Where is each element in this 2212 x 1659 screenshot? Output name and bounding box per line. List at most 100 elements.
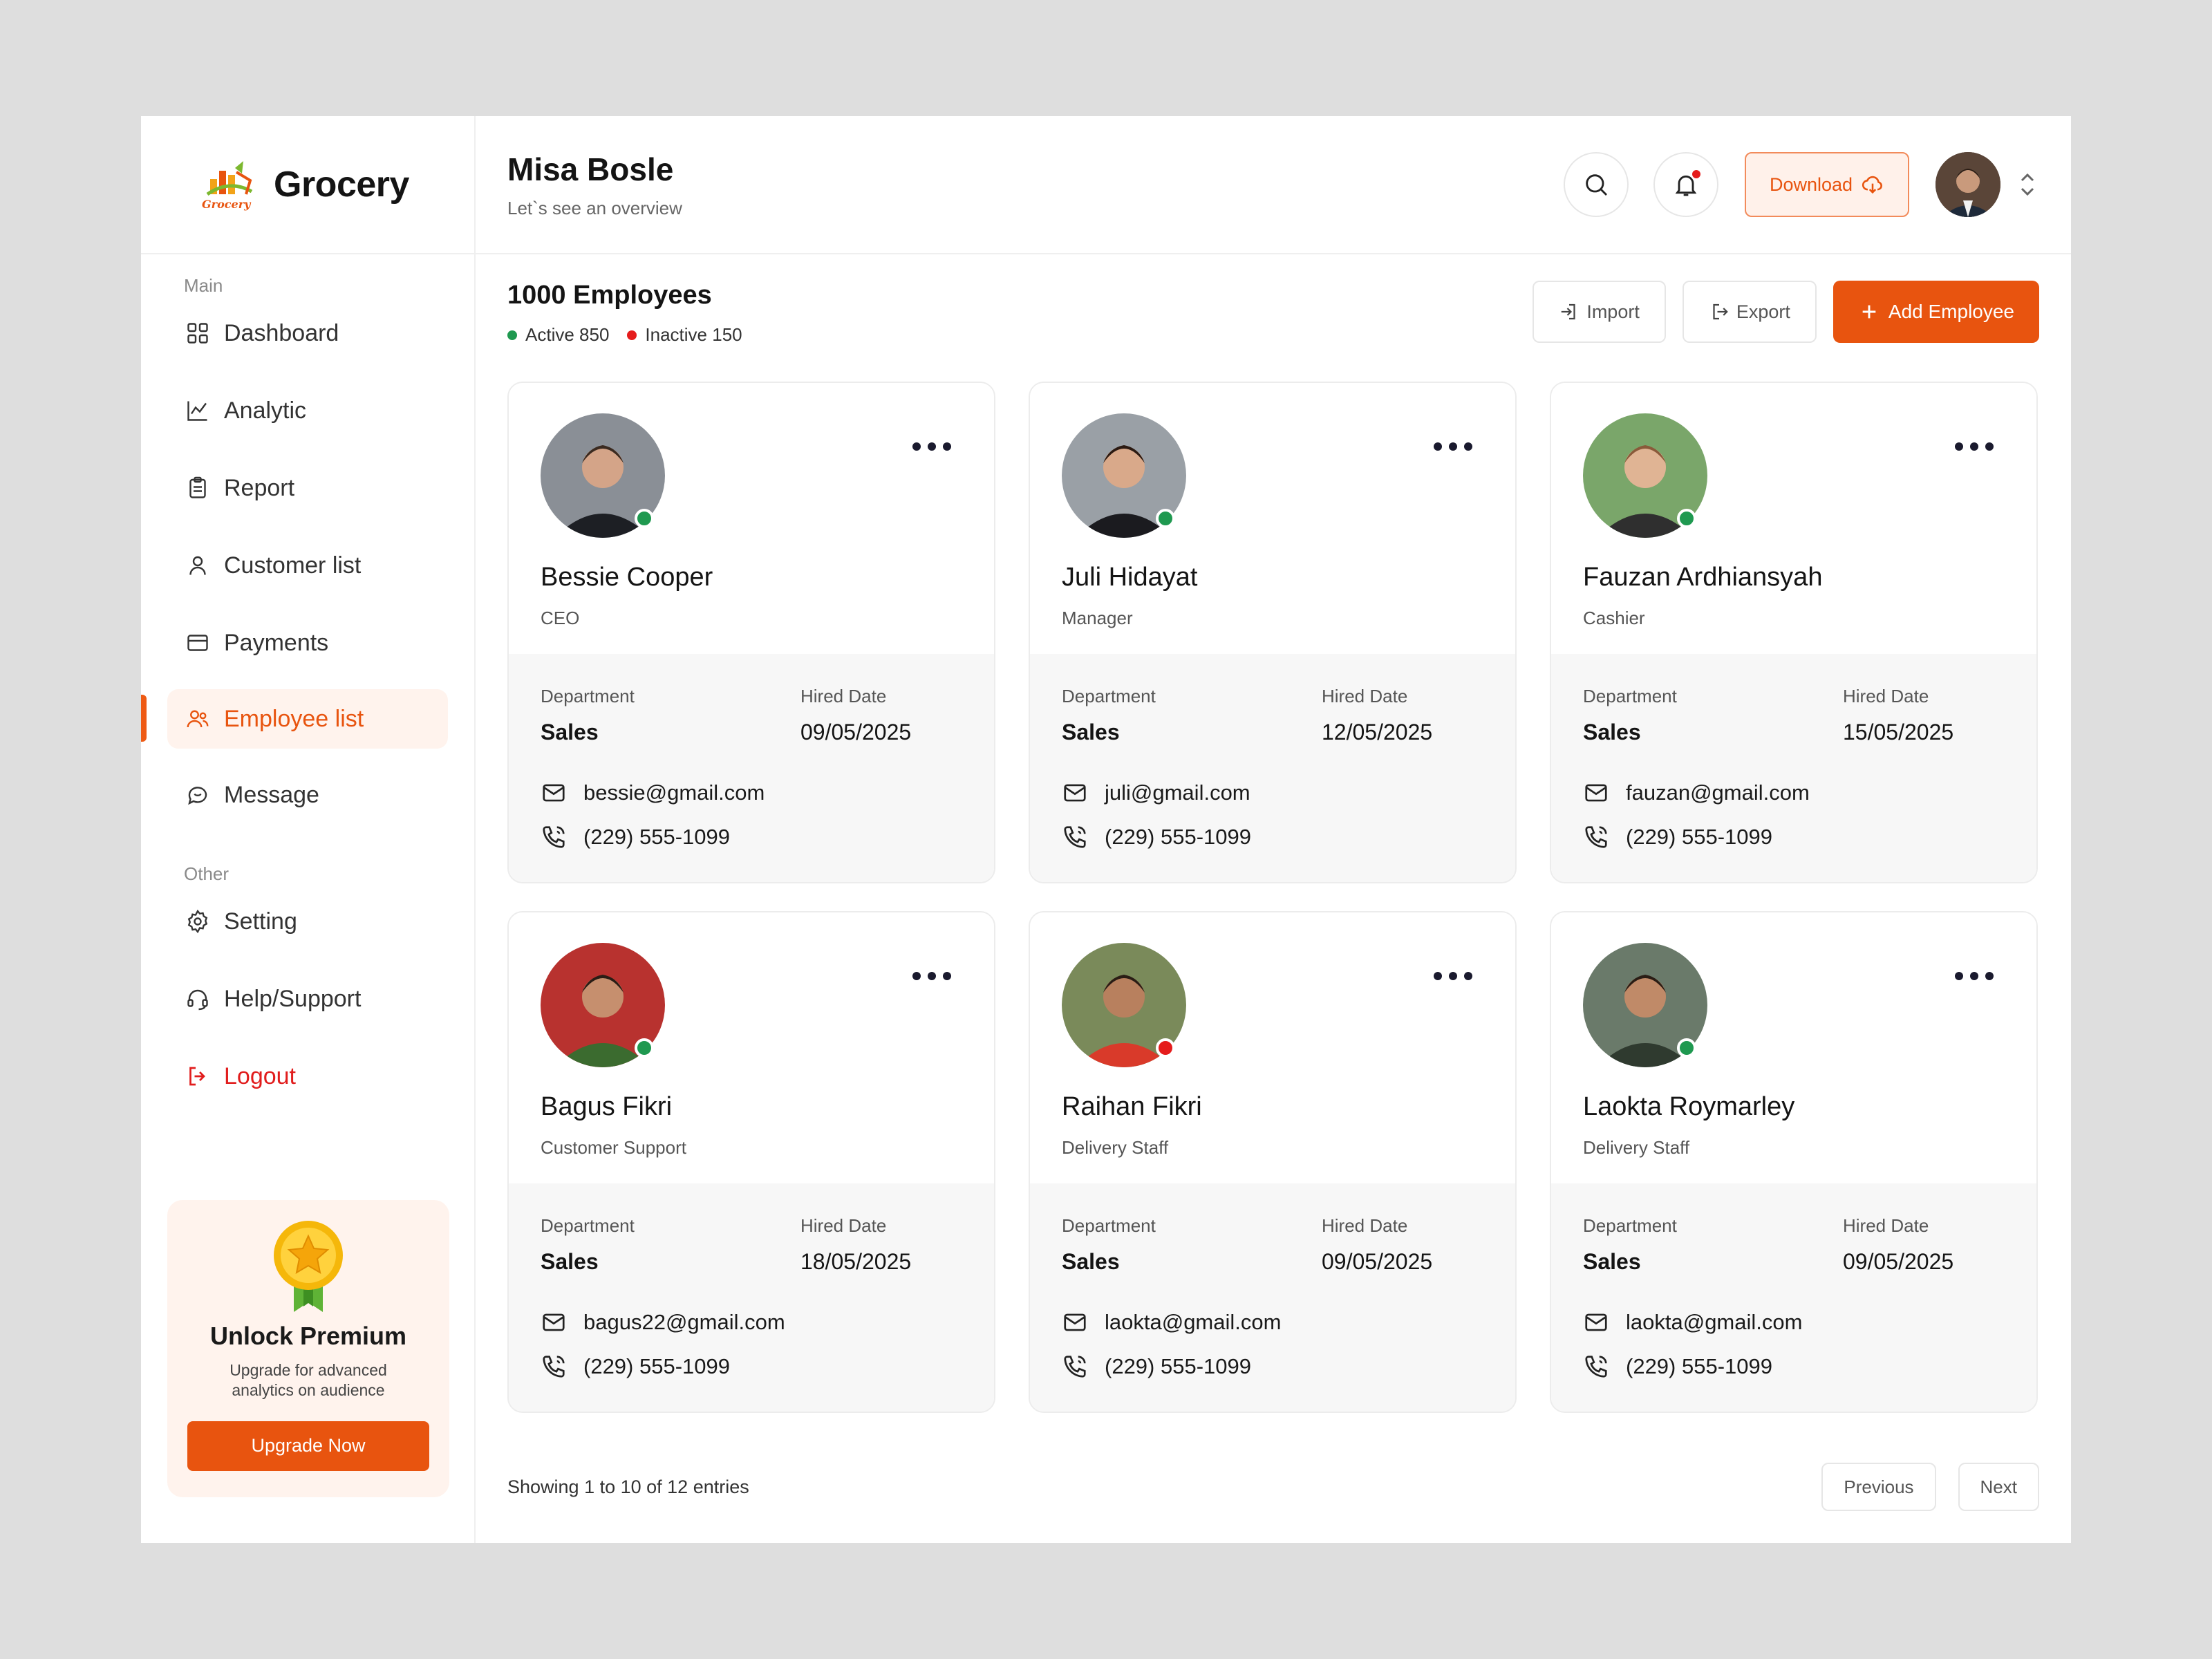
employee-card[interactable]: Bessie Cooper CEO Department Sales Hired… xyxy=(507,382,995,883)
user-avatar[interactable] xyxy=(1936,152,2000,217)
sidebar-item-message[interactable]: Message xyxy=(167,765,448,825)
employee-card-header: Fauzan Ardhiansyah Cashier xyxy=(1551,383,2036,654)
employee-card-details: Department Sales Hired Date 18/05/2025 b… xyxy=(509,1183,994,1412)
employee-photo xyxy=(1583,413,1707,538)
employee-card-header: Bagus Fikri Customer Support xyxy=(509,912,994,1183)
sidebar-item-label: Payments xyxy=(224,629,329,656)
employee-role: Delivery Staff xyxy=(1062,1137,1169,1158)
employee-phone[interactable]: (229) 555-1099 xyxy=(1062,824,1483,850)
export-button[interactable]: Export xyxy=(1682,281,1817,343)
search-button[interactable] xyxy=(1564,152,1629,217)
mail-icon xyxy=(1064,784,1086,802)
employee-phone[interactable]: (229) 555-1099 xyxy=(1062,1353,1483,1380)
sidebar-item-help-support[interactable]: Help/Support xyxy=(167,969,448,1029)
more-options-icon[interactable] xyxy=(1952,969,1996,983)
sidebar-item-label: Customer list xyxy=(224,552,362,579)
sidebar-item-label: Analytic xyxy=(224,397,307,424)
employee-count-title: 1000 Employees xyxy=(507,281,712,310)
hired-date-value: 15/05/2025 xyxy=(1843,720,1954,744)
employee-card[interactable]: Laokta Roymarley Delivery Staff Departme… xyxy=(1550,911,2038,1413)
phone-icon xyxy=(1585,826,1607,848)
employee-card[interactable]: Juli Hidayat Manager Department Sales Hi… xyxy=(1029,382,1517,883)
notifications-button[interactable] xyxy=(1653,152,1718,217)
export-icon xyxy=(1713,303,1728,320)
sidebar-item-setting[interactable]: Setting xyxy=(167,892,448,951)
sidebar-item-dashboard[interactable]: Dashboard xyxy=(167,303,448,363)
employee-photo xyxy=(541,943,665,1067)
users-icon xyxy=(184,705,212,733)
department-label: Department xyxy=(1583,1215,1677,1236)
department-value: Sales xyxy=(1583,720,1641,744)
employee-phone[interactable]: (229) 555-1099 xyxy=(541,1353,962,1380)
employee-section: 1000 Employees Active 850 Inactive 150 I… xyxy=(476,254,2071,1511)
inactive-count: Inactive 150 xyxy=(645,324,742,345)
employee-role: Manager xyxy=(1062,608,1133,628)
active-dot xyxy=(507,330,517,340)
premium-title: Unlock Premium xyxy=(209,1322,407,1350)
hired-date-label: Hired Date xyxy=(1843,686,1929,706)
employee-status-summary: Active 850 Inactive 150 xyxy=(507,324,742,346)
hired-date-label: Hired Date xyxy=(1322,1215,1408,1236)
employee-email[interactable]: laokta@gmail.com xyxy=(1062,1309,1483,1335)
employee-email[interactable]: fauzan@gmail.com xyxy=(1583,780,2005,806)
export-label: Export xyxy=(1736,301,1790,322)
mail-icon xyxy=(1585,1313,1607,1331)
brand-logo[interactable]: Grocery Grocery xyxy=(141,116,474,254)
logout-icon xyxy=(184,1062,212,1090)
page-subtitle: Let`s see an overview xyxy=(507,197,682,218)
sidebar-item-logout[interactable]: Logout xyxy=(167,1047,448,1106)
employee-card[interactable]: Bagus Fikri Customer Support Department … xyxy=(507,911,995,1413)
employee-photo xyxy=(541,413,665,538)
card-icon xyxy=(184,629,212,657)
sidebar-item-analytic[interactable]: Analytic xyxy=(167,381,448,440)
employee-card[interactable]: Fauzan Ardhiansyah Cashier Department Sa… xyxy=(1550,382,2038,883)
next-page-button[interactable]: Next xyxy=(1958,1463,2039,1511)
add-employee-button[interactable]: Add Employee xyxy=(1833,281,2039,343)
email-text: bagus22@gmail.com xyxy=(583,1310,785,1334)
chevron-updown-icon[interactable] xyxy=(2016,169,2039,200)
employee-email[interactable]: bessie@gmail.com xyxy=(541,780,962,806)
status-indicator xyxy=(635,509,654,528)
employee-role: Delivery Staff xyxy=(1583,1137,1690,1158)
email-text: fauzan@gmail.com xyxy=(1626,780,1810,805)
department-label: Department xyxy=(541,1215,635,1236)
more-options-icon[interactable] xyxy=(910,440,954,453)
more-options-icon[interactable] xyxy=(910,969,954,983)
phone-icon xyxy=(543,1356,565,1378)
employee-email[interactable]: juli@gmail.com xyxy=(1062,780,1483,806)
active-count: Active 850 xyxy=(525,324,610,345)
entries-info: Showing 1 to 10 of 12 entries xyxy=(507,1476,749,1497)
employee-phone[interactable]: (229) 555-1099 xyxy=(541,824,962,850)
employee-card[interactable]: Raihan Fikri Delivery Staff Department S… xyxy=(1029,911,1517,1413)
employee-phone[interactable]: (229) 555-1099 xyxy=(1583,824,2005,850)
brand-name: Grocery xyxy=(274,165,409,205)
employee-name: Raihan Fikri xyxy=(1062,1092,1202,1121)
sidebar-item-report[interactable]: Report xyxy=(167,458,448,518)
sidebar-item-employee-list[interactable]: Employee list xyxy=(141,689,448,749)
import-button[interactable]: Import xyxy=(1533,281,1666,343)
email-text: juli@gmail.com xyxy=(1105,780,1250,805)
employee-name: Bessie Cooper xyxy=(541,563,713,592)
sidebar-item-payments[interactable]: Payments xyxy=(167,613,448,673)
employee-card-details: Department Sales Hired Date 09/05/2025 l… xyxy=(1551,1183,2036,1412)
sidebar-item-customer-list[interactable]: Customer list xyxy=(167,536,448,595)
employee-photo xyxy=(1062,943,1186,1067)
import-label: Import xyxy=(1586,301,1640,322)
download-button[interactable]: Download xyxy=(1745,152,1909,217)
department-label: Department xyxy=(1062,686,1156,706)
employee-email[interactable]: laokta@gmail.com xyxy=(1583,1309,2005,1335)
more-options-icon[interactable] xyxy=(1431,440,1475,453)
previous-page-button[interactable]: Previous xyxy=(1821,1463,1936,1511)
page-title: Misa Bosle xyxy=(507,151,674,187)
upgrade-now-button[interactable]: Upgrade Now xyxy=(187,1421,429,1471)
more-options-icon[interactable] xyxy=(1952,440,1996,453)
employee-role: CEO xyxy=(541,608,580,628)
medal-icon xyxy=(270,1217,346,1313)
employee-name: Fauzan Ardhiansyah xyxy=(1583,563,1823,592)
mail-icon xyxy=(543,1313,565,1331)
more-options-icon[interactable] xyxy=(1431,969,1475,983)
employee-phone[interactable]: (229) 555-1099 xyxy=(1583,1353,2005,1380)
employee-email[interactable]: bagus22@gmail.com xyxy=(541,1309,962,1335)
sidebar-item-label: Report xyxy=(224,474,295,501)
sidebar-item-label: Setting xyxy=(224,908,297,935)
